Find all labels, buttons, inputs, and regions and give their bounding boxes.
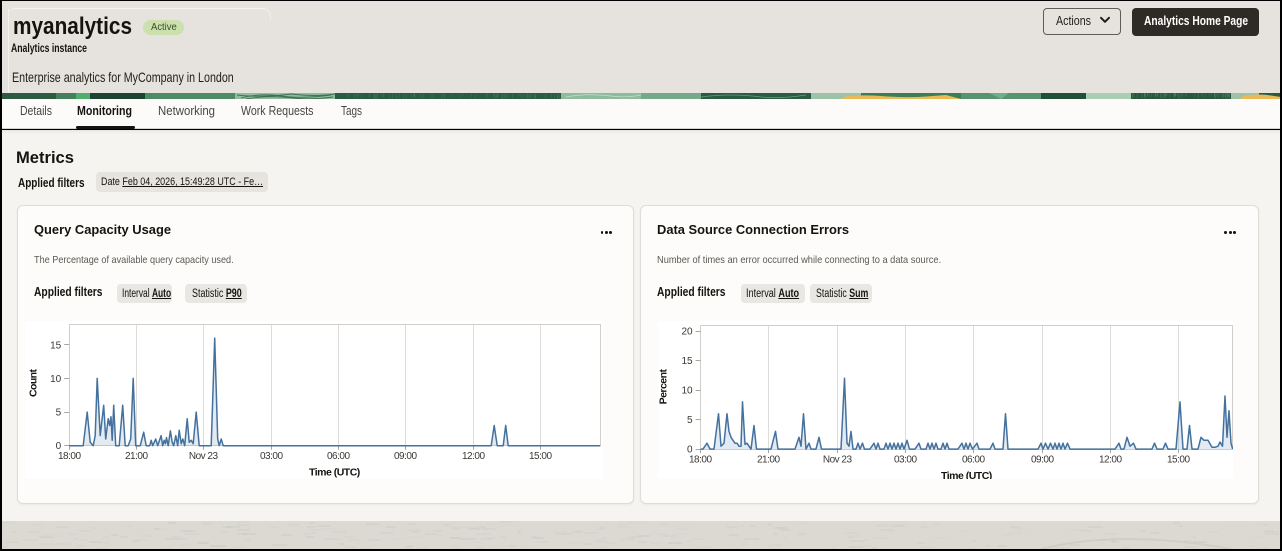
svg-text:Percent: Percent — [658, 369, 670, 405]
svg-text:15: 15 — [50, 340, 62, 351]
svg-text:18:00: 18:00 — [58, 451, 81, 462]
svg-text:03:00: 03:00 — [894, 455, 917, 466]
svg-text:10: 10 — [50, 374, 62, 385]
svg-text:06:00: 06:00 — [327, 451, 350, 462]
svg-text:Count: Count — [27, 369, 39, 397]
svg-text:10: 10 — [682, 386, 694, 397]
svg-text:21:00: 21:00 — [125, 451, 148, 462]
svg-text:15:00: 15:00 — [529, 451, 552, 462]
svg-text:03:00: 03:00 — [260, 451, 283, 462]
svg-text:15: 15 — [682, 356, 694, 367]
svg-text:12:00: 12:00 — [462, 451, 485, 462]
svg-text:5: 5 — [55, 408, 61, 419]
svg-text:09:00: 09:00 — [1031, 455, 1054, 466]
svg-text:Nov 23: Nov 23 — [823, 455, 853, 466]
svg-text:09:00: 09:00 — [394, 451, 417, 462]
svg-text:Time (UTC): Time (UTC) — [941, 470, 992, 479]
svg-text:21:00: 21:00 — [757, 455, 780, 466]
svg-text:Nov 23: Nov 23 — [189, 451, 219, 462]
svg-text:18:00: 18:00 — [689, 455, 712, 466]
svg-text:15:00: 15:00 — [1167, 455, 1190, 466]
svg-text:5: 5 — [687, 415, 693, 426]
svg-text:20: 20 — [682, 327, 694, 338]
svg-text:Time (UTC): Time (UTC) — [309, 467, 360, 479]
svg-text:06:00: 06:00 — [962, 455, 985, 466]
svg-text:12:00: 12:00 — [1099, 455, 1122, 466]
